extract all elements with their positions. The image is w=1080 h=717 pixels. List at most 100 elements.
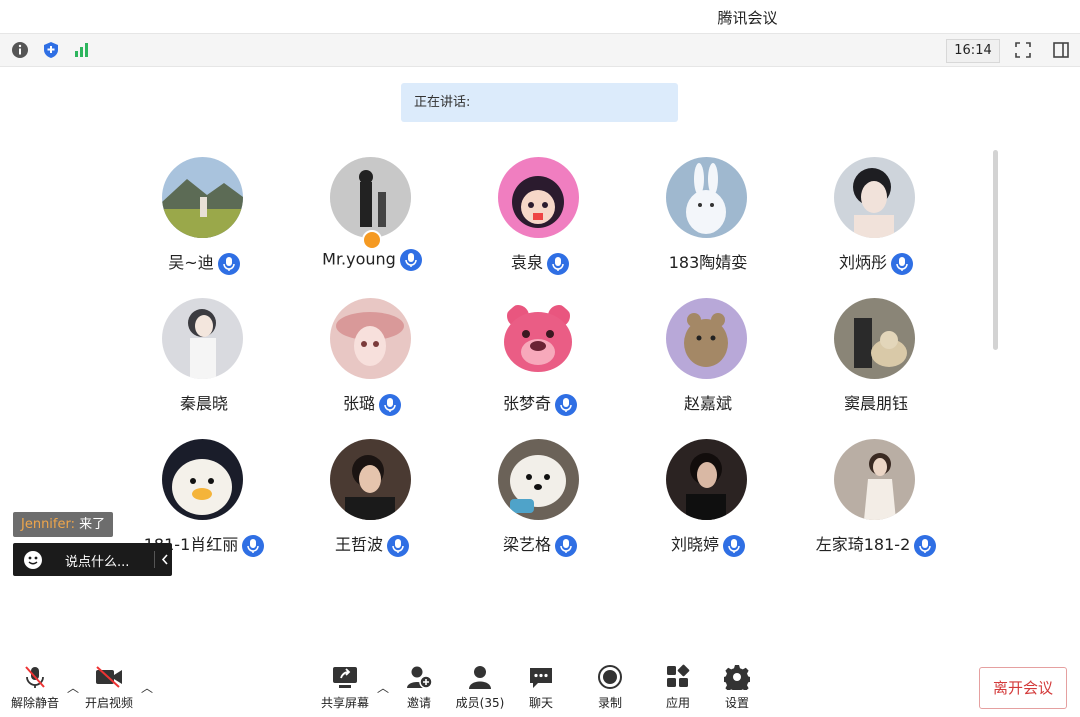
- scrollbar[interactable]: [993, 150, 998, 350]
- host-badge: [362, 230, 382, 250]
- participant-tile[interactable]: 王哲波: [288, 439, 456, 579]
- avatar: [666, 157, 747, 238]
- participant-name: 张梦奇: [502, 394, 551, 413]
- participant-name: 梁艺格: [502, 535, 551, 554]
- apps-icon: [667, 664, 690, 687]
- participant-tile[interactable]: 刘炳彤: [792, 157, 960, 297]
- avatar: [330, 298, 411, 379]
- video-options-chevron[interactable]: ︿: [141, 679, 153, 696]
- avatar: [330, 157, 411, 238]
- window-title: 腾讯会议: [717, 9, 778, 27]
- mic-icon: [399, 249, 422, 271]
- mic-muted-icon: [25, 666, 45, 688]
- toast-user: Jennifer:: [21, 517, 75, 532]
- participant-name: Mr.young: [322, 249, 396, 269]
- participant-name: 赵嘉斌: [683, 394, 732, 413]
- avatar: [498, 157, 579, 238]
- unmute-button[interactable]: 解除静音: [0, 663, 70, 711]
- invite-label: 邀请: [406, 696, 431, 710]
- share-screen-label: 共享屏幕: [320, 696, 369, 710]
- leave-meeting-button[interactable]: 离开会议: [979, 667, 1067, 709]
- avatar: [498, 298, 579, 379]
- participant-tile[interactable]: 左家琦181-2: [792, 439, 960, 579]
- avatar: [666, 439, 747, 520]
- avatar: [834, 298, 915, 379]
- shield-icon[interactable]: [40, 39, 62, 61]
- participant-name: 秦晨晓: [179, 394, 228, 413]
- chat-toast: Jennifer: 来了: [13, 512, 114, 537]
- avatar: [834, 157, 915, 238]
- avatar: [162, 439, 243, 520]
- meeting-clock: 16:14: [946, 39, 1000, 63]
- signal-icon[interactable]: [71, 39, 93, 61]
- participant-tile[interactable]: 吴~迪: [120, 157, 288, 297]
- avatar: [834, 439, 915, 520]
- avatar: [498, 439, 579, 520]
- invite-button[interactable]: 邀请: [384, 663, 454, 711]
- record-button[interactable]: 录制: [575, 663, 645, 711]
- chat-icon: [530, 668, 552, 688]
- share-screen-button[interactable]: 共享屏幕: [310, 663, 380, 711]
- emoji-icon[interactable]: [23, 550, 43, 570]
- chat-label: 聊天: [528, 696, 553, 710]
- avatar: [666, 298, 747, 379]
- participant-name: 吴~迪: [168, 253, 214, 272]
- mic-icon: [891, 252, 913, 275]
- participant-name: 刘炳彤: [838, 253, 887, 272]
- mic-icon: [387, 534, 409, 557]
- participant-tile[interactable]: 刘晓婷: [624, 439, 792, 579]
- participant-tile[interactable]: 袁泉: [456, 157, 624, 297]
- info-icon[interactable]: [9, 39, 31, 61]
- record-icon: [598, 665, 622, 689]
- avatar: [330, 439, 411, 520]
- participant-tile[interactable]: 张梦奇: [456, 298, 624, 438]
- gear-icon: [724, 665, 750, 690]
- mic-icon: [547, 252, 569, 275]
- participant-name: 刘晓婷: [670, 535, 719, 554]
- mic-icon: [555, 534, 577, 557]
- start-video-button[interactable]: 开启视频: [74, 663, 144, 711]
- avatar: [162, 157, 243, 238]
- participant-tile[interactable]: 张璐: [288, 298, 456, 438]
- divider: [154, 551, 155, 568]
- members-label: 成员(35): [455, 696, 505, 710]
- bottom-toolbar: 解除静音 ︿ 开启视频 ︿ 共享屏幕 ︿ 邀请 成员(35) 聊天 录制 应用 …: [0, 655, 1080, 717]
- unmute-label: 解除静音: [10, 696, 59, 710]
- avatar: [162, 298, 243, 379]
- collapse-chevron-icon[interactable]: [160, 553, 170, 566]
- toast-message: 来了: [79, 517, 106, 532]
- chat-input-placeholder[interactable]: 说点什么...: [65, 551, 129, 570]
- participant-tile[interactable]: 赵嘉斌: [624, 298, 792, 438]
- mic-icon: [242, 534, 265, 557]
- speaking-indicator: 正在讲话:: [401, 83, 678, 122]
- start-video-label: 开启视频: [84, 696, 133, 710]
- participant-tile[interactable]: 窦晨朋钰: [792, 298, 960, 438]
- participant-name: 183陶婧娈: [668, 253, 748, 272]
- mic-icon: [379, 393, 401, 416]
- participant-tile[interactable]: 秦晨晓: [120, 298, 288, 438]
- mic-icon: [217, 252, 240, 275]
- settings-button[interactable]: 设置: [702, 663, 772, 711]
- members-button[interactable]: 成员(35): [445, 663, 515, 711]
- participant-name: 窦晨朋钰: [843, 394, 908, 413]
- participant-name: 袁泉: [510, 253, 543, 272]
- mic-icon: [723, 534, 745, 557]
- mic-icon: [914, 534, 937, 557]
- participant-name: 张璐: [342, 394, 375, 413]
- top-toolbar: 16:14: [0, 33, 1080, 67]
- camera-off-icon: [96, 666, 122, 688]
- chat-input-box[interactable]: 说点什么...: [13, 543, 172, 576]
- participant-name: 王哲波: [334, 535, 383, 554]
- record-label: 录制: [597, 696, 622, 710]
- mic-icon: [555, 393, 577, 416]
- participant-tile[interactable]: 183陶婧娈: [624, 157, 792, 297]
- fullscreen-icon[interactable]: [1012, 39, 1034, 61]
- add-user-icon: [407, 666, 433, 689]
- chat-button[interactable]: 聊天: [506, 663, 576, 711]
- sidebar-toggle-icon[interactable]: [1050, 39, 1072, 61]
- participant-name: 左家琦181-2: [815, 535, 911, 554]
- participant-tile[interactable]: 梁艺格: [456, 439, 624, 579]
- share-screen-icon: [333, 667, 357, 688]
- title-bar: 腾讯会议: [0, 0, 1080, 33]
- participant-tile[interactable]: Mr.young: [288, 157, 456, 297]
